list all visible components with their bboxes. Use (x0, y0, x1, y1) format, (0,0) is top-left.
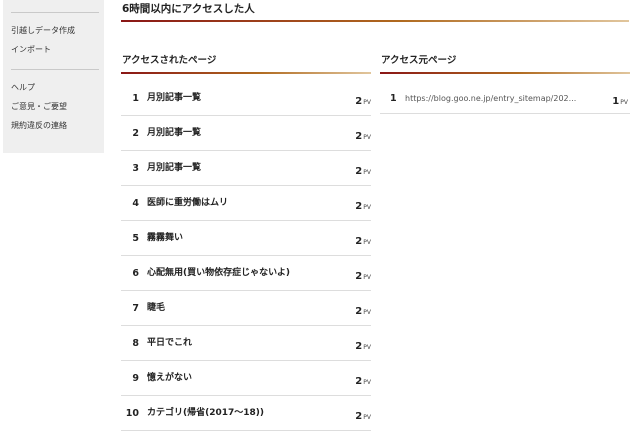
pv-count: 2PV (355, 256, 371, 291)
rank-number: 6 (132, 268, 139, 279)
accessed-pages-accent-line (121, 72, 371, 74)
rank-number: 10 (125, 408, 139, 419)
pv-count: 2PV (355, 291, 371, 326)
rank-number: 2 (132, 128, 139, 139)
title-accent-line (121, 20, 629, 22)
pv-value: 2 (355, 271, 363, 282)
pv-count: 2PV (355, 361, 371, 396)
table-row[interactable]: 1 月別記事一覧 2PV (121, 81, 371, 116)
pv-unit: PV (363, 309, 371, 316)
referrer-link[interactable]: https://blog.goo.ne.jp/entry_sitemap/202… (405, 83, 585, 114)
pv-count: 2PV (355, 221, 371, 256)
table-row[interactable]: 5 霧霧舞い 2PV (121, 221, 371, 256)
rank-number: 7 (132, 303, 139, 314)
page-link[interactable]: 月別記事一覧 (147, 116, 201, 151)
page-link[interactable]: 平日でこれ (147, 326, 192, 361)
pv-unit: PV (363, 414, 371, 421)
referrers-accent-line (380, 72, 630, 74)
pv-value: 2 (355, 411, 363, 422)
table-row[interactable]: 3 月別記事一覧 2PV (121, 151, 371, 186)
table-row[interactable]: 6 心配無用(買い物依存症じゃないよ) 2PV (121, 256, 371, 291)
sidebar-item-moving-data[interactable]: 引越しデータ作成 (11, 25, 75, 37)
page-link[interactable]: 月別記事一覧 (147, 151, 201, 186)
table-row[interactable]: 8 平日でこれ 2PV (121, 326, 371, 361)
page-link[interactable]: 睫毛 (147, 291, 165, 326)
pv-unit: PV (363, 134, 371, 141)
referrer-row: 1 https://blog.goo.ne.jp/entry_sitemap/2… (380, 83, 630, 114)
table-row[interactable]: 4 医師に重労働はムリ 2PV (121, 186, 371, 221)
pv-count: 2PV (355, 116, 371, 151)
pv-value: 2 (355, 376, 363, 387)
page-link[interactable]: 医師に重労働はムリ (147, 186, 228, 221)
pv-value: 2 (355, 96, 363, 107)
referrers-title: アクセス元ページ (381, 55, 457, 66)
rank-number: 1 (132, 93, 139, 104)
page-link[interactable]: 霧霧舞い (147, 221, 183, 256)
sidebar-divider (11, 12, 99, 13)
rank-number: 5 (132, 233, 139, 244)
table-row[interactable]: 10 カテゴリ(帰省(2017〜18)) 2PV (121, 396, 371, 431)
pv-unit: PV (620, 99, 628, 106)
pv-count: 1PV (612, 83, 628, 114)
pv-unit: PV (363, 379, 371, 386)
sidebar: 引越しデータ作成 インポート ヘルプ ご意見・ご要望 規約違反の連絡 (3, 0, 104, 153)
pv-value: 2 (355, 341, 363, 352)
page-link[interactable]: 憶えがない (147, 361, 192, 396)
pv-unit: PV (363, 204, 371, 211)
sidebar-item-report-violation[interactable]: 規約違反の連絡 (11, 120, 67, 132)
pv-unit: PV (363, 99, 371, 106)
sidebar-divider (11, 69, 99, 70)
pv-count: 2PV (355, 151, 371, 186)
sidebar-item-help[interactable]: ヘルプ (11, 82, 35, 94)
rank-number: 1 (390, 93, 397, 104)
page-title: 6時間以内にアクセスした人 (122, 3, 255, 15)
page-link[interactable]: カテゴリ(帰省(2017〜18)) (147, 396, 264, 431)
pv-value: 2 (355, 306, 363, 317)
sidebar-item-feedback[interactable]: ご意見・ご要望 (11, 101, 67, 113)
pv-count: 2PV (355, 396, 371, 431)
pv-unit: PV (363, 274, 371, 281)
table-row[interactable]: 9 憶えがない 2PV (121, 361, 371, 396)
table-row[interactable]: 2 月別記事一覧 2PV (121, 116, 371, 151)
rank-number: 8 (132, 338, 139, 349)
pv-value: 2 (355, 236, 363, 247)
pv-value: 2 (355, 166, 363, 177)
pv-count: 2PV (355, 186, 371, 221)
page-link[interactable]: 月別記事一覧 (147, 81, 201, 116)
accessed-pages-title: アクセスされたページ (122, 55, 217, 66)
page-link[interactable]: 心配無用(買い物依存症じゃないよ) (147, 256, 290, 291)
table-row[interactable]: 7 睫毛 2PV (121, 291, 371, 326)
pv-unit: PV (363, 239, 371, 246)
pv-value: 2 (355, 131, 363, 142)
pv-count: 2PV (355, 81, 371, 116)
rank-number: 9 (132, 373, 139, 384)
rank-number: 3 (132, 163, 139, 174)
sidebar-item-import[interactable]: インポート (11, 44, 51, 56)
pv-value: 1 (612, 96, 620, 107)
pv-unit: PV (363, 344, 371, 351)
pv-unit: PV (363, 169, 371, 176)
pv-value: 2 (355, 201, 363, 212)
pv-count: 2PV (355, 326, 371, 361)
rank-number: 4 (132, 198, 139, 209)
